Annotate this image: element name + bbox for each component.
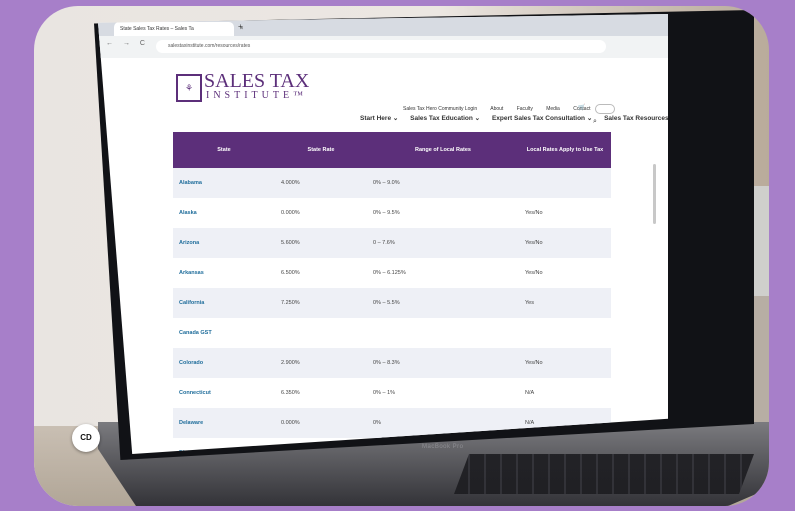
- header-state-rate: State Rate: [275, 132, 367, 168]
- nav-expert-consultation[interactable]: Expert Sales Tax Consultation ⌄: [492, 115, 592, 122]
- use-tax-cell: [519, 318, 611, 348]
- scrollbar[interactable]: [653, 164, 656, 224]
- nav-sales-tax-resources[interactable]: Sales Tax Resources ⌄: [604, 115, 668, 122]
- use-tax-cell: Yes: [519, 288, 611, 318]
- range-cell: 0 – 7.6%: [367, 228, 519, 258]
- rate-cell: 0.000%: [281, 210, 300, 216]
- logo-line2: INSTITUTE™: [206, 90, 307, 101]
- table-row: Canada GST: [173, 318, 611, 348]
- photo: MacBook Pro State Sales Tax Rates – Sale…: [34, 6, 769, 506]
- rate-cell: 6.350%: [281, 390, 300, 396]
- rate-cell: 7.250%: [275, 288, 367, 318]
- top-link-media[interactable]: Media: [546, 106, 560, 112]
- logo-emblem-icon: ⚘: [176, 74, 202, 102]
- state-cell[interactable]: Arkansas: [173, 258, 275, 288]
- table-row: California 7.250% 0% – 5.5% Yes: [173, 288, 611, 318]
- laptop-screen: State Sales Tax Rates – Sales Ta × + ← →…: [98, 14, 668, 454]
- header-range: Range of Local Rates: [367, 132, 519, 168]
- rate-cell: 4.000%: [275, 168, 367, 198]
- tab-title: State Sales Tax Rates – Sales Ta: [120, 26, 194, 32]
- range-cell: 0% – 8.3%: [367, 348, 519, 378]
- use-tax-cell: [519, 168, 611, 198]
- toggle-switch[interactable]: [595, 104, 615, 114]
- range-cell: 0% – 9.5%: [373, 210, 400, 216]
- table-row: Arizona 5.600% 0 – 7.6% Yes/No: [173, 228, 611, 258]
- rate-cell: [275, 318, 367, 348]
- use-tax-cell: N/A: [525, 390, 535, 396]
- new-tab-icon[interactable]: +: [238, 22, 243, 31]
- use-tax-cell: Yes/No: [519, 228, 611, 258]
- use-tax-cell: Yes/No: [525, 210, 543, 216]
- use-tax-cell: Yes/No: [525, 270, 543, 276]
- range-cell: [367, 318, 519, 348]
- state-cell[interactable]: Canada GST: [173, 318, 275, 348]
- cart-icon[interactable]: 🛒: [578, 104, 585, 111]
- header-use-tax: Local Rates Apply to Use Tax: [519, 132, 611, 168]
- nav-start-here[interactable]: Start Here ⌄: [360, 115, 398, 122]
- range-cell: 0% – 9.0%: [367, 168, 519, 198]
- table-row: Alabama 4.000% 0% – 9.0%: [173, 168, 611, 198]
- rate-cell: 0.000%: [275, 408, 367, 438]
- browser-tab[interactable]: State Sales Tax Rates – Sales Ta ×: [114, 22, 244, 36]
- use-tax-cell: Yes/No: [519, 348, 611, 378]
- table-row: Arkansas 6.500% 0% – 6.125% Yes/No: [173, 258, 611, 288]
- top-link-community-login[interactable]: Sales Tax Hero Community Login: [403, 106, 477, 112]
- range-cell: 0% – 1%: [373, 390, 396, 396]
- nav-sales-tax-education[interactable]: Sales Tax Education ⌄: [410, 115, 480, 122]
- keyboard: [454, 454, 754, 494]
- state-cell[interactable]: California: [173, 288, 275, 318]
- cd-badge[interactable]: CD: [72, 424, 100, 452]
- main-nav: Start Here ⌄ Sales Tax Education ⌄ Exper…: [360, 114, 668, 122]
- range-cell: 0% – 5.5%: [367, 288, 519, 318]
- header-state: State: [173, 132, 275, 168]
- top-link-faculty[interactable]: Faculty: [517, 106, 533, 112]
- rate-cell: 5.600%: [275, 228, 367, 258]
- range-cell: 0% – 6.125%: [373, 270, 406, 276]
- browser-tab-bar: State Sales Tax Rates – Sales Ta × +: [98, 14, 668, 36]
- top-link-about[interactable]: About: [490, 106, 503, 112]
- state-cell[interactable]: Delaware: [173, 408, 275, 438]
- rate-cell: 6.500%: [281, 270, 300, 276]
- nav-buttons[interactable]: ← → C: [106, 40, 149, 47]
- table-row: Alaska 0.000% 0% – 9.5% Yes/No: [173, 198, 611, 228]
- table-row: Colorado 2.900% 0% – 8.3% Yes/No: [173, 348, 611, 378]
- laptop-model-label: MacBook Pro: [422, 444, 464, 450]
- state-cell[interactable]: Alabama: [173, 168, 275, 198]
- state-cell[interactable]: Colorado: [173, 348, 275, 378]
- state-cell[interactable]: Alaska: [173, 198, 275, 228]
- url-field[interactable]: salestaxinstitute.com/resources/rates: [156, 40, 606, 53]
- state-cell[interactable]: Arizona: [173, 228, 275, 258]
- top-links: Sales Tax Hero Community Login About Fac…: [403, 106, 602, 112]
- table-row: Connecticut 6.350% 0% – 1% N/A: [173, 378, 611, 408]
- rate-cell: 2.900%: [275, 348, 367, 378]
- state-cell[interactable]: Connecticut: [173, 378, 275, 408]
